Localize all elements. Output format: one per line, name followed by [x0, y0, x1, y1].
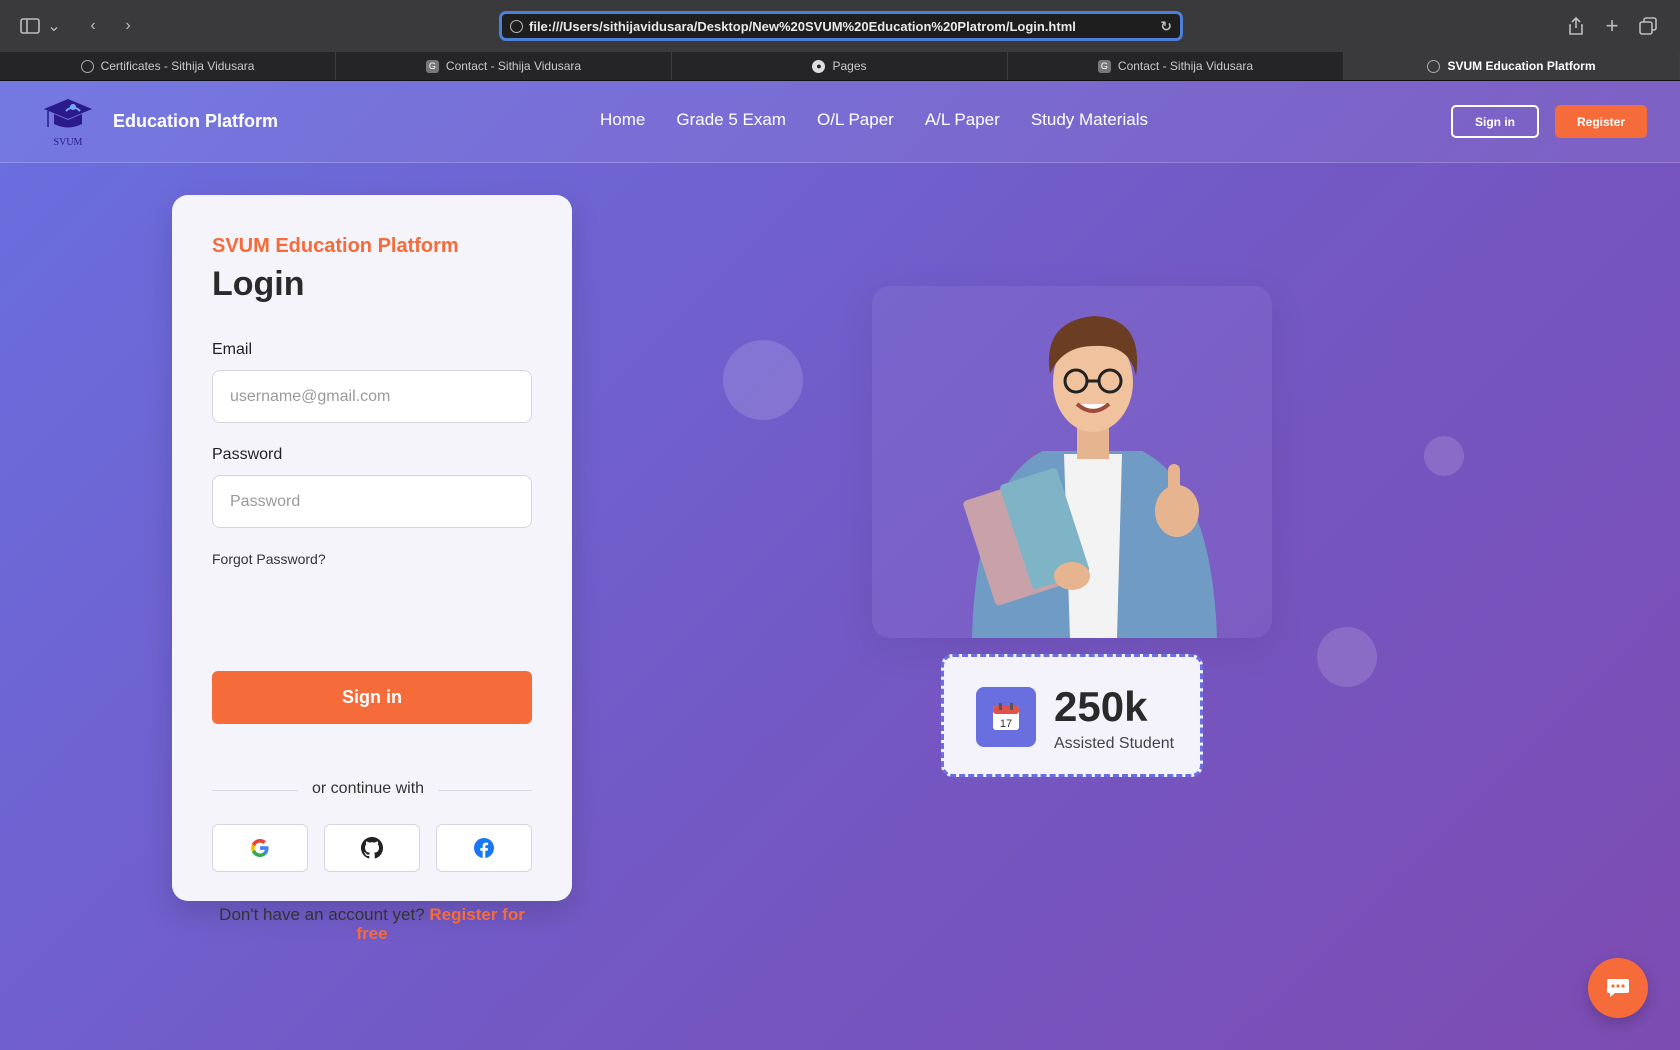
share-icon[interactable]: [1562, 13, 1590, 39]
g-icon: G: [425, 59, 439, 73]
nav-grade5-exam[interactable]: Grade 5 Exam: [676, 110, 786, 130]
decor-bubble: [723, 340, 803, 420]
chevron-down-icon[interactable]: ⌄: [45, 13, 63, 39]
facebook-login-button[interactable]: [436, 824, 532, 872]
login-title: Login: [212, 265, 305, 303]
email-field[interactable]: [212, 370, 532, 423]
chat-icon: [1607, 979, 1629, 997]
site-navbar: SVUM Education Platform Home Grade 5 Exa…: [0, 81, 1680, 163]
calendar-icon: 17: [976, 687, 1036, 747]
g-icon: G: [1097, 59, 1111, 73]
stat-label: Assisted Student: [1054, 735, 1175, 752]
google-login-button[interactable]: [212, 824, 308, 872]
password-field[interactable]: [212, 475, 532, 528]
url-text: file:///Users/sithijavidusara/Desktop/Ne…: [529, 18, 1076, 34]
tab-label: Certificates - Sithija Vidusara: [100, 59, 255, 73]
address-bar[interactable]: file:///Users/sithijavidusara/Desktop/Ne…: [499, 11, 1183, 41]
nav-register-button[interactable]: Register: [1555, 105, 1647, 138]
tab-label: Pages: [832, 59, 867, 73]
tab-label: SVUM Education Platform: [1447, 59, 1596, 73]
nav-home[interactable]: Home: [600, 110, 645, 130]
forward-icon[interactable]: ›: [114, 13, 142, 39]
brand-name[interactable]: Education Platform: [113, 111, 278, 132]
nav-study-materials[interactable]: Study Materials: [1031, 110, 1148, 130]
page: SVUM Education Platform Home Grade 5 Exa…: [0, 81, 1680, 1050]
compass-icon: [1427, 59, 1441, 73]
decor-bubble: [1424, 436, 1464, 476]
nav-signin-button[interactable]: Sign in: [1451, 105, 1539, 138]
svum-logo[interactable]: SVUM: [40, 95, 96, 149]
compass-icon: [80, 59, 94, 73]
google-icon: [251, 839, 269, 857]
nav-links: Home Grade 5 Exam O/L Paper A/L Paper St…: [600, 110, 1148, 130]
nav-al-paper[interactable]: A/L Paper: [925, 110, 1000, 130]
decor-bubble: [1317, 627, 1377, 687]
facebook-icon: [474, 838, 494, 858]
password-label: Password: [212, 446, 283, 463]
github-icon: ●: [812, 59, 826, 73]
nav-ol-paper[interactable]: O/L Paper: [817, 110, 894, 130]
chat-button[interactable]: [1588, 958, 1648, 1018]
student-illustration: [963, 316, 1217, 638]
sidebar-toggle-icon[interactable]: [16, 13, 44, 39]
login-card: SVUM Education Platform Login Email Pass…: [172, 195, 572, 943]
page-icon: [510, 19, 523, 33]
signin-button[interactable]: Sign in: [212, 671, 532, 724]
tab-label: Contact - Sithija Vidusara: [1117, 59, 1254, 73]
stat-value: 250k: [1054, 683, 1148, 730]
card-brand: SVUM Education Platform: [212, 235, 459, 257]
tab-strip: Certificates - Sithija Vidusara G Contac…: [0, 52, 1680, 81]
reload-icon[interactable]: ↻: [1160, 18, 1172, 35]
browser-toolbar: ⌄ ‹ › file:///Users/sithijavidusara/Desk…: [0, 0, 1680, 52]
email-label: Email: [212, 341, 253, 358]
tab-overview-icon[interactable]: [1634, 13, 1662, 39]
tab-contact-2[interactable]: G Contact - Sithija Vidusara: [1008, 52, 1344, 80]
new-tab-icon[interactable]: +: [1598, 13, 1626, 39]
github-login-button[interactable]: [324, 824, 420, 872]
back-icon[interactable]: ‹: [79, 13, 107, 39]
register-prompt-text: Don't have an account yet?: [219, 905, 425, 924]
tab-contact-1[interactable]: G Contact - Sithija Vidusara: [336, 52, 672, 80]
tab-label: Contact - Sithija Vidusara: [445, 59, 582, 73]
logo-text: SVUM: [54, 137, 83, 148]
divider-text: or continue with: [298, 780, 439, 798]
tab-svum[interactable]: SVUM Education Platform: [1344, 52, 1680, 80]
tab-pages[interactable]: ● Pages: [672, 52, 1008, 80]
github-icon: [361, 837, 383, 859]
stat-card: 17 250k Assisted Student: [941, 654, 1203, 777]
tab-certificates[interactable]: Certificates - Sithija Vidusara: [0, 52, 336, 80]
register-prompt: Don't have an account yet? Register for …: [212, 905, 532, 943]
forgot-password-link[interactable]: Forgot Password?: [212, 551, 326, 567]
hero-image-panel: [872, 286, 1272, 638]
calendar-day: 17: [1000, 718, 1012, 730]
